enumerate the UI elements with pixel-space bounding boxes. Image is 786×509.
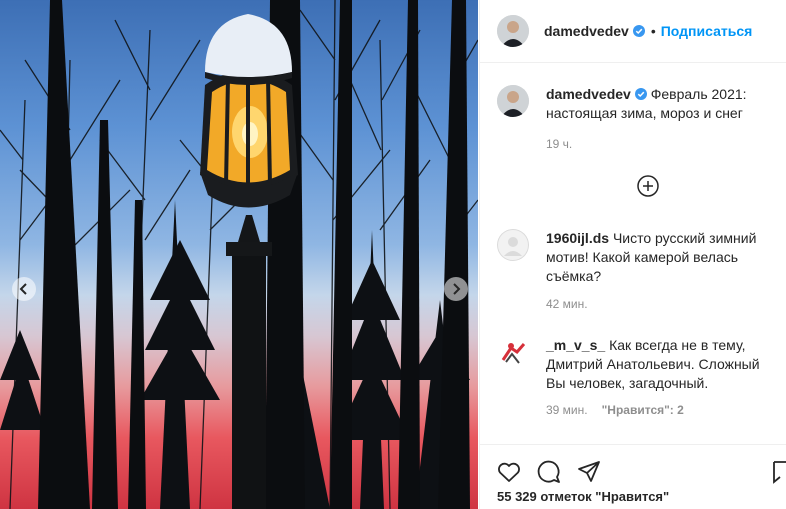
plus-circle-icon[interactable] [636,174,660,198]
post-photo[interactable] [0,0,478,509]
caption-avatar[interactable] [497,85,529,117]
comment-timestamp[interactable]: 39 мин. [546,403,588,417]
comment-likes[interactable]: "Нравится": 2 [602,403,684,417]
author-username[interactable]: damedvedev [544,23,629,39]
bookmark-icon[interactable] [772,459,786,485]
comment-meta: 39 мин. "Нравится": 2 [546,403,684,417]
heart-icon[interactable] [496,459,522,485]
post-caption: damedvedev Февраль 2021: настоящая зима,… [497,85,782,123]
default-avatar-icon [497,229,529,261]
comment-item: 1960ijl.ds Чисто русский зимний мотив! К… [497,229,782,311]
commenter-avatar[interactable] [497,229,529,261]
comment-item: _m_v_s_ Как всегда не в тему, Дмитрий Ан… [497,336,782,417]
comment-bubble-icon[interactable] [536,459,562,485]
post-header: damedvedev • Подписаться [480,0,786,63]
verified-badge-icon [634,88,647,100]
verified-badge-icon [632,25,645,37]
follow-button[interactable]: Подписаться [661,23,753,39]
chevron-right-icon [453,283,461,295]
caption-timestamp[interactable]: 19 ч. [546,137,572,151]
paper-plane-icon[interactable] [576,459,602,485]
likes-count[interactable]: 55 329 отметок "Нравится" [497,489,669,504]
header-separator: • [650,23,656,39]
avatar-photo [497,85,529,117]
commenter-avatar[interactable] [497,336,529,368]
comment-meta: 42 мин. [546,297,588,311]
comment-username[interactable]: 1960ijl.ds [546,230,609,246]
next-photo-button[interactable] [444,277,468,301]
comment-text-block: _m_v_s_ Как всегда не в тему, Дмитрий Ан… [546,336,782,393]
figure-avatar-icon [497,336,529,368]
comment-timestamp[interactable]: 42 мин. [546,297,588,311]
previous-photo-button[interactable] [12,277,36,301]
caption-username[interactable]: damedvedev [546,86,631,102]
caption-text-block: damedvedev Февраль 2021: настоящая зима,… [546,85,781,123]
comment-username[interactable]: _m_v_s_ [546,337,605,353]
post-details-panel: damedvedev • Подписаться damedvedev Февр… [479,0,786,509]
chevron-left-icon [19,283,27,295]
avatar-photo [497,15,529,47]
comment-text-block: 1960ijl.ds Чисто русский зимний мотив! К… [546,229,782,286]
winter-lamp-image [0,0,478,509]
author-avatar[interactable] [497,15,529,47]
